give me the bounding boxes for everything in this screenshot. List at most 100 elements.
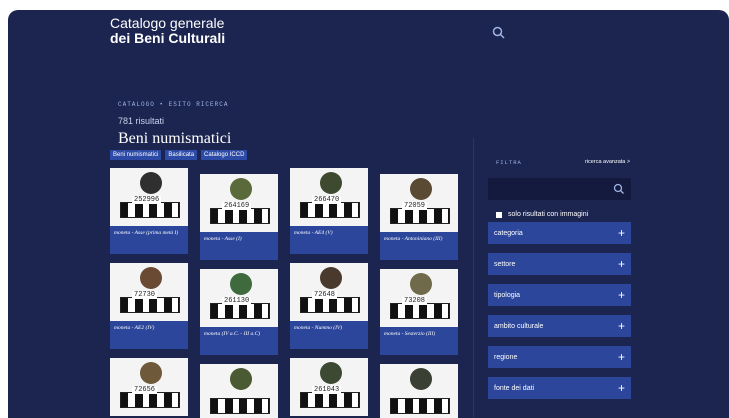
advanced-search-link[interactable]: ricerca avanzata > [585,159,630,165]
result-card[interactable]: 72648 moneta - Nummo (IV) [290,263,368,349]
facet-label: regione [494,353,518,361]
inventory-number: 72656 [132,386,158,394]
result-card[interactable]: 264169 moneta - Asse (I) [200,174,278,260]
scale-bar [390,208,450,224]
scale-bar [120,202,180,218]
facet-categoria[interactable]: categoria + [488,222,631,244]
scale-bar [120,392,180,408]
result-card[interactable]: 72730 moneta - AE2 (IV) [110,263,188,349]
facet-label: settore [494,260,516,268]
coin-image [140,267,162,289]
inventory-number: 264169 [222,202,252,210]
result-card[interactable] [200,364,278,418]
scale-bar [210,303,270,319]
coin-image [140,172,162,194]
inventory-number: 72059 [402,202,428,210]
search-icon[interactable] [492,26,506,40]
facet-regione[interactable]: regione + [488,346,631,368]
scale-bar [120,297,180,313]
result-card[interactable] [380,364,458,418]
result-caption[interactable]: moneta - Antoniniano (III) [380,232,458,260]
result-image[interactable]: 72730 [110,263,188,321]
inventory-number: 252996 [132,196,162,204]
result-caption[interactable]: moneta - Sesterzio (III) [380,327,458,355]
coin-image [140,362,162,384]
filter-chip[interactable]: Catalogo ICCD [201,150,248,160]
inventory-number: 72648 [312,291,338,299]
facet-ambito-culturale[interactable]: ambito culturale + [488,315,631,337]
filter-search-input[interactable] [488,178,631,200]
scale-bar [300,202,360,218]
coin-image [410,368,432,390]
only-images-label: solo risultati con immagini [508,211,589,218]
result-caption[interactable]: moneta - Asse (I) [200,232,278,260]
result-caption[interactable]: moneta - Asse (prima metà I) [110,226,188,254]
result-caption[interactable]: moneta - AE4 (V) [290,226,368,254]
scale-bar [390,398,450,414]
brand-line-2: dei Beni Culturali [110,30,226,46]
scale-bar [390,303,450,319]
result-image[interactable]: 261043 [290,358,368,416]
coin-image [230,368,252,390]
brand-line-1: Catalogo generale [110,15,225,31]
result-image[interactable]: 73208 [380,269,458,327]
facet-label: tipologia [494,291,521,299]
coin-image [230,178,252,200]
app-frame: Catalogo generale dei Beni Culturali CAT… [8,10,729,418]
plus-icon[interactable]: + [618,319,625,333]
plus-icon[interactable]: + [618,350,625,364]
coin-image [320,362,342,384]
result-image[interactable]: 266470 [290,168,368,226]
facet-tipologia[interactable]: tipologia + [488,284,631,306]
facet-settore[interactable]: settore + [488,253,631,275]
plus-icon[interactable]: + [618,226,625,240]
page-title: Beni numismatici [118,130,232,147]
result-card[interactable]: 261130 moneta (IV a.C. - III a.C) [200,269,278,355]
coin-image [320,267,342,289]
inventory-number: 72730 [132,291,158,299]
plus-icon[interactable]: + [618,288,625,302]
result-image[interactable]: 261130 [200,269,278,327]
scale-bar [210,208,270,224]
result-card[interactable]: 252996 moneta - Asse (prima metà I) [110,168,188,254]
facet-fonte-dei-dati[interactable]: fonte dei dati + [488,377,631,399]
result-caption[interactable]: moneta - Nummo (IV) [290,321,368,349]
inventory-number: 261043 [312,386,342,394]
result-image[interactable]: 72648 [290,263,368,321]
result-card[interactable]: 72656 [110,358,188,416]
search-icon[interactable] [613,183,625,195]
result-card[interactable]: 261043 [290,358,368,416]
active-filters: Beni numismatici Basilicata Catalogo ICC… [110,150,248,160]
filter-chip[interactable]: Beni numismatici [110,150,162,160]
plus-icon[interactable]: + [618,257,625,271]
results-count: 781 risultati [118,116,165,126]
inventory-number: 261130 [222,297,252,305]
plus-icon[interactable]: + [618,381,625,395]
result-image[interactable]: 72059 [380,174,458,232]
checkbox-icon[interactable] [496,211,502,218]
breadcrumb[interactable]: CATALOGO • ESITO RICERCA [118,101,228,108]
inventory-number: 266470 [312,196,342,204]
result-image[interactable]: 264169 [200,174,278,232]
scale-bar [210,398,270,414]
filter-panel: FILTRA ricerca avanzata > solo risultati… [473,138,729,418]
facet-label: ambito culturale [494,322,544,330]
result-card[interactable]: 72059 moneta - Antoniniano (III) [380,174,458,260]
result-caption[interactable]: moneta (IV a.C. - III a.C) [200,327,278,355]
result-caption[interactable]: moneta - AE2 (IV) [110,321,188,349]
result-card[interactable]: 73208 moneta - Sesterzio (III) [380,269,458,355]
result-card[interactable]: 266470 moneta - AE4 (V) [290,168,368,254]
site-brand[interactable]: Catalogo generale dei Beni Culturali [110,16,225,46]
filter-title: FILTRA [496,159,522,166]
scale-bar [300,392,360,408]
filter-chip[interactable]: Basilicata [165,150,198,160]
result-image[interactable] [200,364,278,418]
only-images-checkbox[interactable]: solo risultati con immagini [496,211,588,218]
coin-image [410,273,432,295]
result-image[interactable]: 72656 [110,358,188,416]
facet-label: fonte dei dati [494,384,535,392]
result-image[interactable]: 252996 [110,168,188,226]
result-image[interactable] [380,364,458,418]
facet-label: categoria [494,229,523,237]
coin-image [410,178,432,200]
